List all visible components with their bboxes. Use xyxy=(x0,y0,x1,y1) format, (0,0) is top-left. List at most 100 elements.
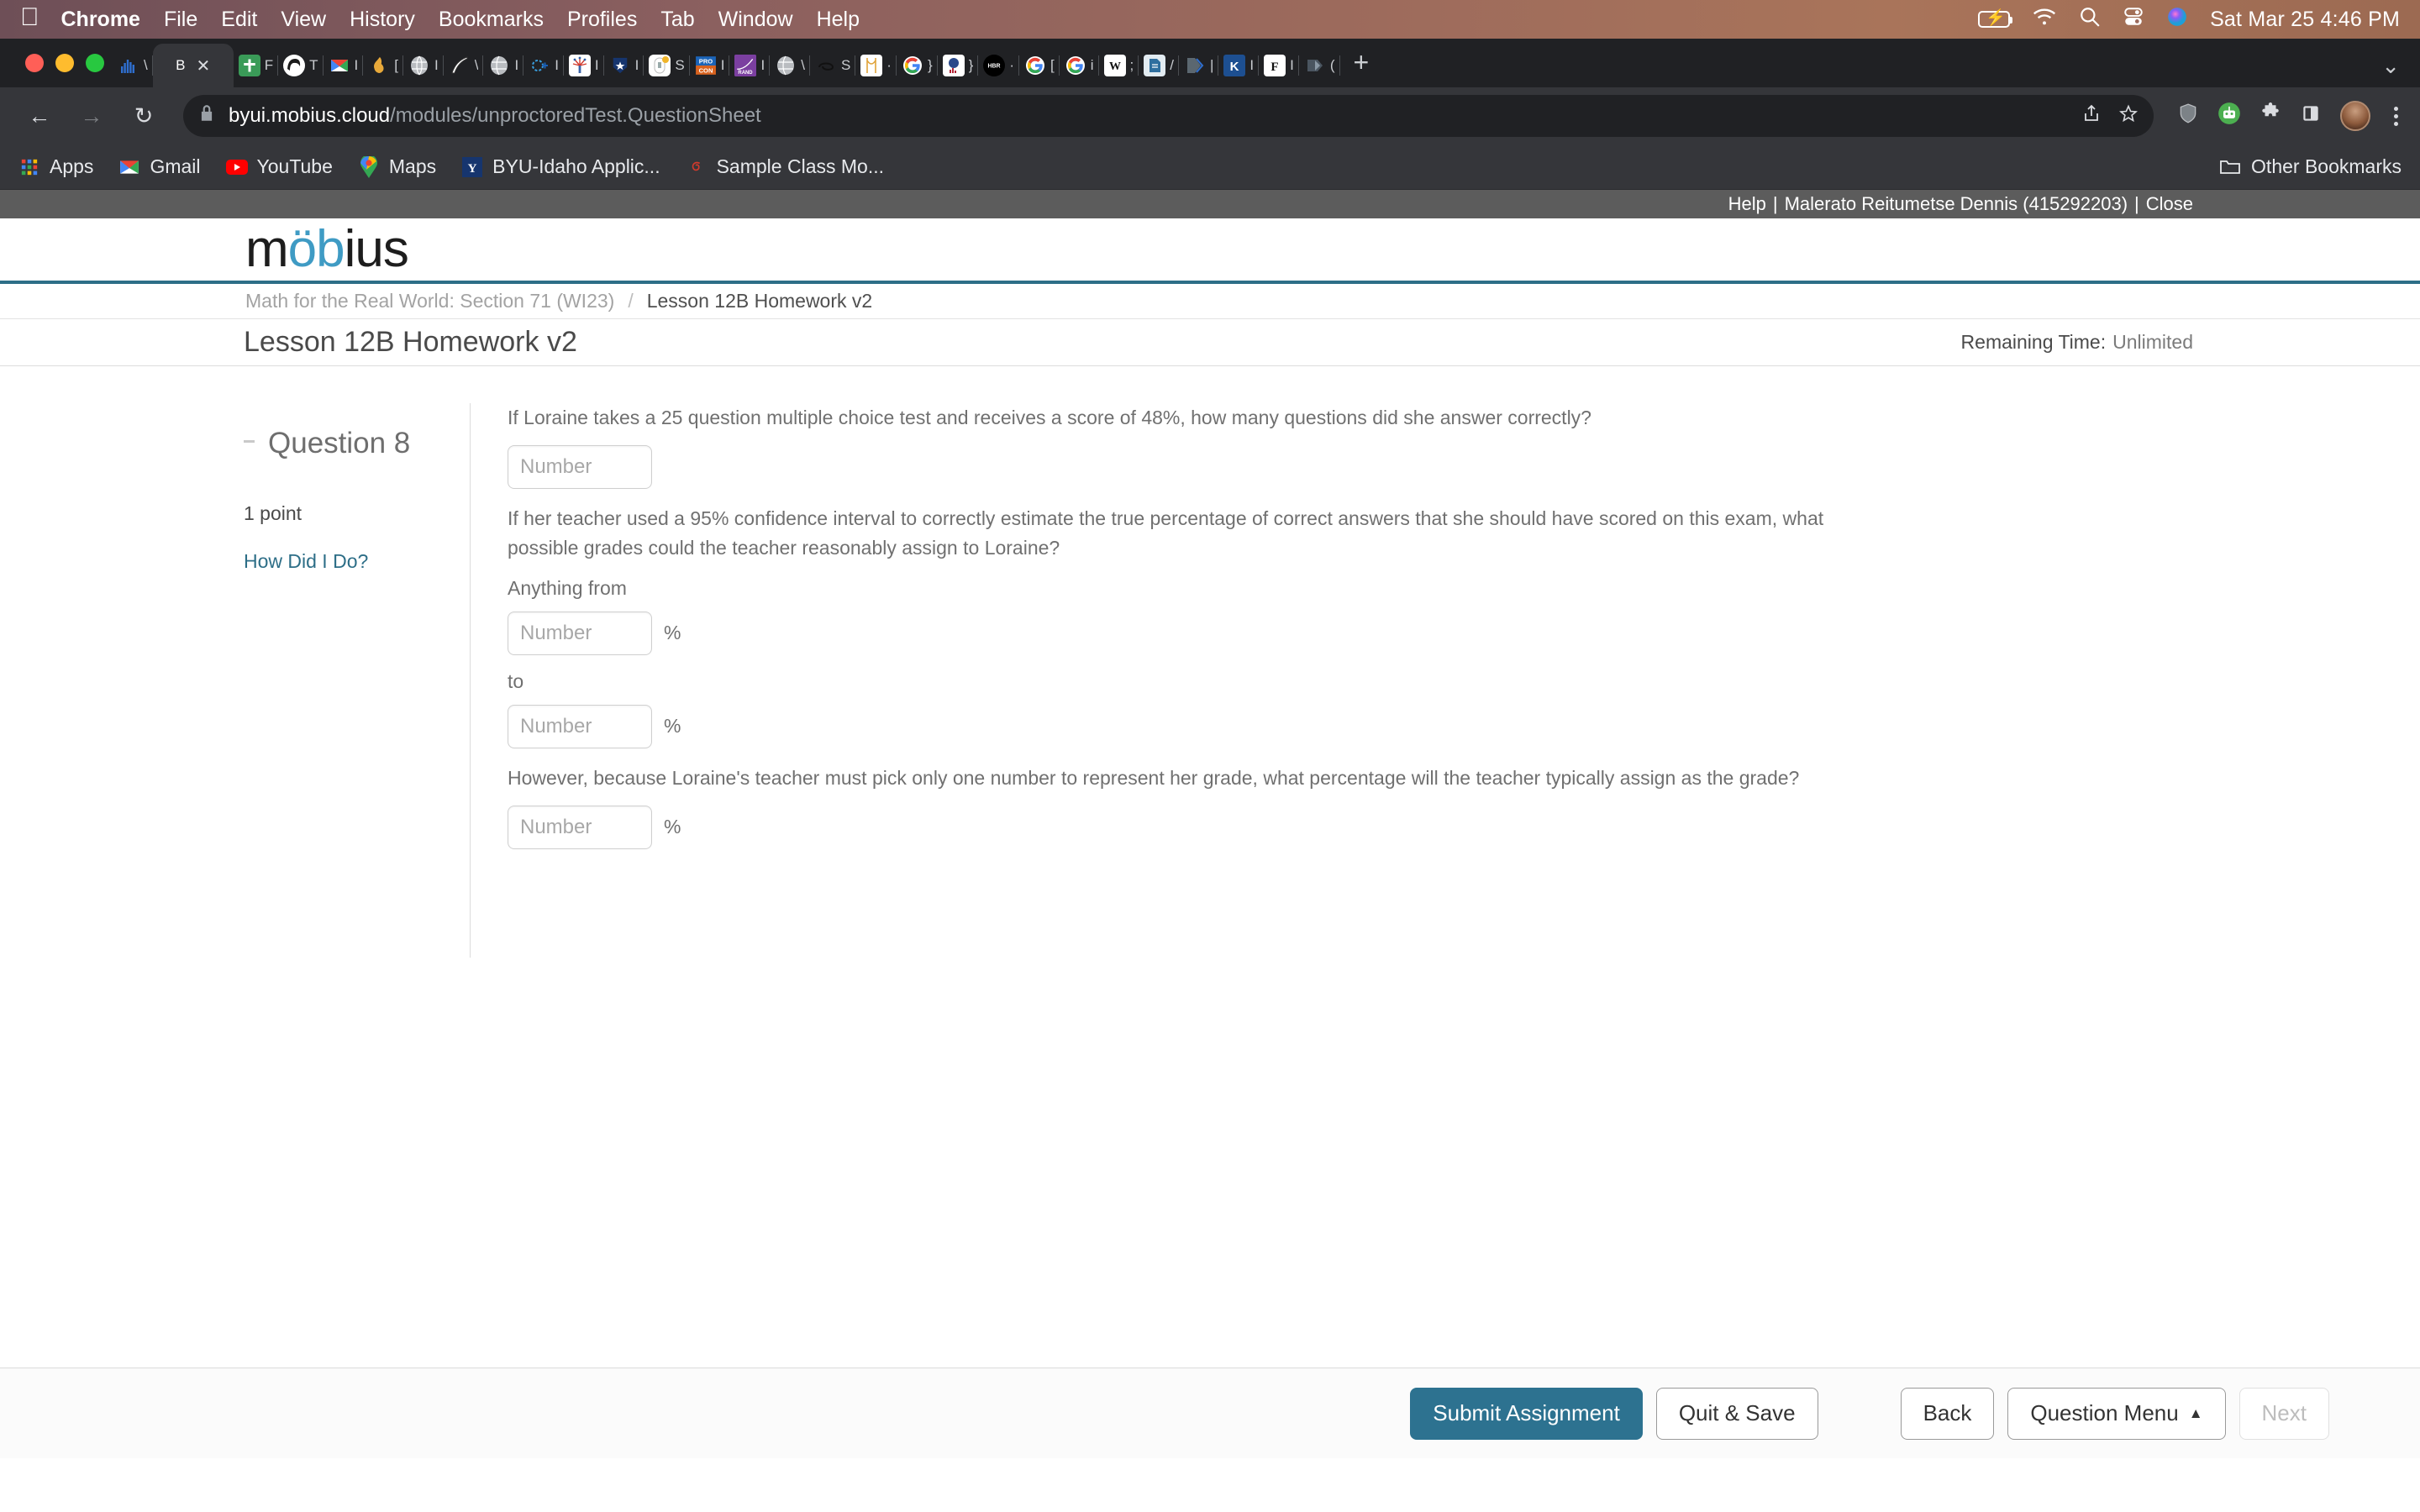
tab-item[interactable]: / xyxy=(1139,44,1179,87)
address-bar[interactable]: byui.mobius.cloud/modules/unproctoredTes… xyxy=(183,95,2154,137)
menu-tab[interactable]: Tab xyxy=(660,8,694,32)
breadcrumb-course[interactable]: Math for the Real World: Section 71 (WI2… xyxy=(245,290,614,312)
next-button[interactable]: Next xyxy=(2238,1387,2329,1440)
bookmark-star-icon[interactable] xyxy=(2118,103,2139,129)
minus-icon[interactable] xyxy=(244,439,255,443)
menu-bar-clock[interactable]: Sat Mar 25 4:46 PM xyxy=(2210,8,2400,32)
window-controls xyxy=(15,39,113,87)
menu-window[interactable]: Window xyxy=(718,8,793,32)
answer-input-final-grade[interactable] xyxy=(508,805,652,849)
tab-item[interactable]: I xyxy=(483,44,523,87)
tab-item[interactable]: | xyxy=(1179,44,1219,87)
submit-assignment-button[interactable]: Submit Assignment xyxy=(1410,1387,1643,1440)
shield-icon[interactable] xyxy=(2177,102,2199,130)
answer-input-interval-low[interactable] xyxy=(508,611,652,655)
assignment-body: Question 8 1 point How Did I Do? If Lora… xyxy=(0,366,2420,958)
tab-item[interactable]: F I xyxy=(1259,44,1299,87)
how-did-i-do-link[interactable]: How Did I Do? xyxy=(244,550,368,573)
quit-and-save-button[interactable]: Quit & Save xyxy=(1655,1387,1818,1440)
menu-chrome[interactable]: Chrome xyxy=(61,8,140,32)
tab-title: S xyxy=(840,57,851,73)
minimize-window-button[interactable] xyxy=(55,54,74,72)
tab-item[interactable]: I xyxy=(564,44,604,87)
menu-help[interactable]: Help xyxy=(817,8,860,32)
tab-item[interactable]: I xyxy=(324,44,364,87)
tab-item[interactable]: K I xyxy=(1218,44,1259,87)
bookmark-maps[interactable]: Maps xyxy=(358,155,436,178)
anything-from-label: Anything from xyxy=(508,576,627,599)
tab-item[interactable]: i xyxy=(1060,44,1099,87)
tab-item[interactable]: [ xyxy=(363,44,403,87)
tab-item[interactable]: } xyxy=(897,44,938,87)
profile-avatar[interactable] xyxy=(2340,101,2370,131)
tab-item[interactable]: F xyxy=(234,44,279,87)
percent-unit-to: % xyxy=(664,715,681,738)
question-menu-button[interactable]: Question Menu ▲ xyxy=(2007,1387,2226,1440)
control-center-icon[interactable] xyxy=(2123,6,2144,34)
site-security-lock-icon[interactable] xyxy=(198,103,215,129)
back-button[interactable]: ← xyxy=(17,93,62,139)
tab-item[interactable]: \ xyxy=(444,44,484,87)
three-dot-menu-icon[interactable] xyxy=(2389,106,2403,126)
tab-item[interactable]: \ xyxy=(113,44,153,87)
tab-item[interactable]: HBR · xyxy=(978,44,1019,87)
tab-item[interactable]: I xyxy=(523,44,564,87)
bookmark-youtube[interactable]: YouTube xyxy=(225,155,333,178)
tab-item[interactable]: PRO CON I xyxy=(690,44,730,87)
omnibox-actions xyxy=(2081,103,2139,129)
bookmark-apps[interactable]: Apps xyxy=(18,155,93,178)
tab-title: T xyxy=(309,57,318,73)
menu-edit[interactable]: Edit xyxy=(221,8,257,32)
wifi-icon[interactable] xyxy=(2032,8,2057,32)
new-tab-button[interactable]: + xyxy=(1340,44,1383,87)
tab-item[interactable]: [ xyxy=(1019,44,1060,87)
tab-item[interactable]: S xyxy=(810,44,856,87)
bookmark-gmail[interactable]: Gmail xyxy=(118,155,201,178)
bookmark-byui-application[interactable]: Y BYU-Idaho Applic... xyxy=(461,155,660,178)
close-window-button[interactable] xyxy=(25,54,44,72)
answer-input-interval-high[interactable] xyxy=(508,704,652,748)
tab-item[interactable]: RAND I xyxy=(729,44,770,87)
spotlight-search-icon[interactable] xyxy=(2079,6,2101,34)
forward-button[interactable]: → xyxy=(69,93,114,139)
tab-item[interactable]: W ; xyxy=(1099,44,1139,87)
reload-button[interactable]: ↻ xyxy=(121,93,166,139)
tab-item[interactable]: S xyxy=(644,44,691,87)
menu-bookmarks[interactable]: Bookmarks xyxy=(439,8,544,32)
tab-item[interactable]: } xyxy=(938,44,979,87)
question-header[interactable]: Question 8 xyxy=(244,427,470,460)
puzzle-extensions-icon[interactable] xyxy=(2260,102,2281,130)
tab-item-active[interactable]: B ✕ xyxy=(152,44,234,87)
tab-item[interactable]: ( xyxy=(1299,44,1340,87)
apple-logo-icon[interactable]:  xyxy=(20,5,39,30)
help-link[interactable]: Help xyxy=(1728,193,1766,215)
bookmark-sample-class-mobius[interactable]: Sample Class Mo... xyxy=(686,155,884,178)
menu-profiles[interactable]: Profiles xyxy=(567,8,637,32)
close-tab-icon[interactable]: ✕ xyxy=(197,55,211,76)
tab-item[interactable]: \ xyxy=(770,44,810,87)
tab-title: \ xyxy=(144,57,148,73)
menu-history[interactable]: History xyxy=(350,8,415,32)
robot-extension-icon[interactable] xyxy=(2217,102,2241,131)
zoom-window-button[interactable] xyxy=(86,54,104,72)
siri-icon[interactable] xyxy=(2166,6,2188,34)
tab-item[interactable]: · xyxy=(855,44,897,87)
battery-charging-icon[interactable]: ⚡ xyxy=(1978,10,2013,28)
share-icon[interactable] xyxy=(2081,103,2102,129)
menu-file[interactable]: File xyxy=(164,8,197,32)
remaining-time-label: Remaining Time: xyxy=(1960,331,2107,353)
back-button[interactable]: Back xyxy=(1900,1387,1995,1440)
side-panel-icon[interactable] xyxy=(2300,102,2322,130)
tab-item[interactable]: I xyxy=(604,44,644,87)
answer-input-questions-correct[interactable] xyxy=(508,444,652,489)
menu-view[interactable]: View xyxy=(281,8,326,32)
mobius-logo[interactable]: m öb ius xyxy=(245,223,409,276)
other-bookmarks-button[interactable]: Other Bookmarks xyxy=(2219,155,2402,178)
bridge-icon xyxy=(860,55,883,76)
rand-icon: RAND xyxy=(734,55,757,76)
tab-item[interactable]: T xyxy=(278,44,324,87)
tab-item[interactable]: I xyxy=(403,44,444,87)
close-link[interactable]: Close xyxy=(2146,193,2193,215)
tab-search-button[interactable]: ⌄ xyxy=(2381,53,2420,87)
portrait-icon xyxy=(283,55,306,76)
